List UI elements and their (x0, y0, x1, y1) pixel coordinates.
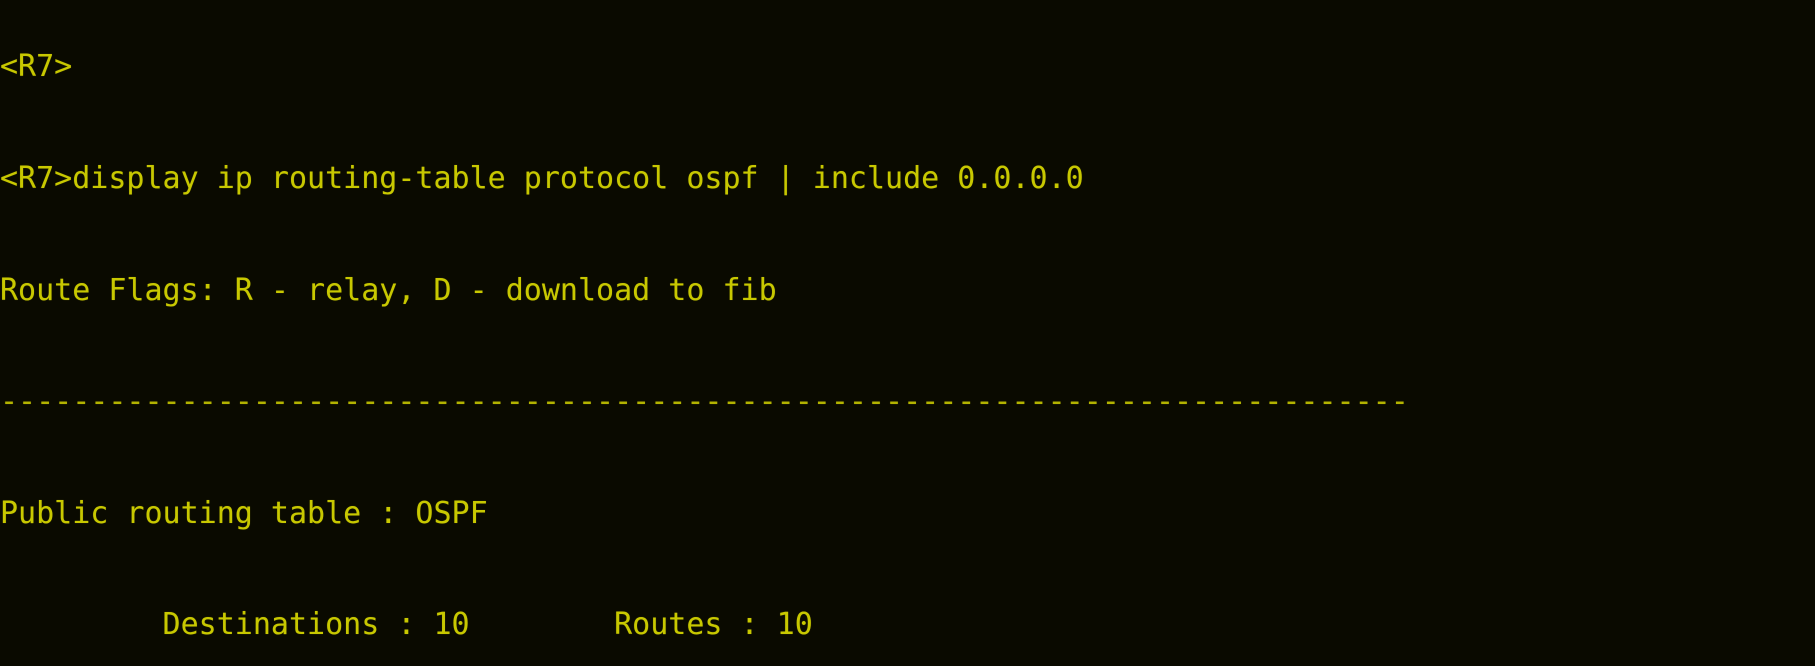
public-routing-table: Public routing table : OSPF (0, 495, 488, 531)
public-counts: Destinations : 10 Routes : 10 (0, 607, 813, 643)
clipped-previous-line: <R7> (0, 49, 73, 85)
separator-rule: ----------------------------------------… (0, 384, 1409, 420)
console-output[interactable]: <R7> <R7>display ip routing-table protoc… (0, 0, 1815, 666)
command-line[interactable]: <R7>display ip routing-table protocol os… (0, 160, 1815, 197)
route-flags-legend: Route Flags: R - relay, D - download to … (0, 272, 777, 308)
terminal-window[interactable]: <R7> <R7>display ip routing-table protoc… (0, 0, 1815, 666)
